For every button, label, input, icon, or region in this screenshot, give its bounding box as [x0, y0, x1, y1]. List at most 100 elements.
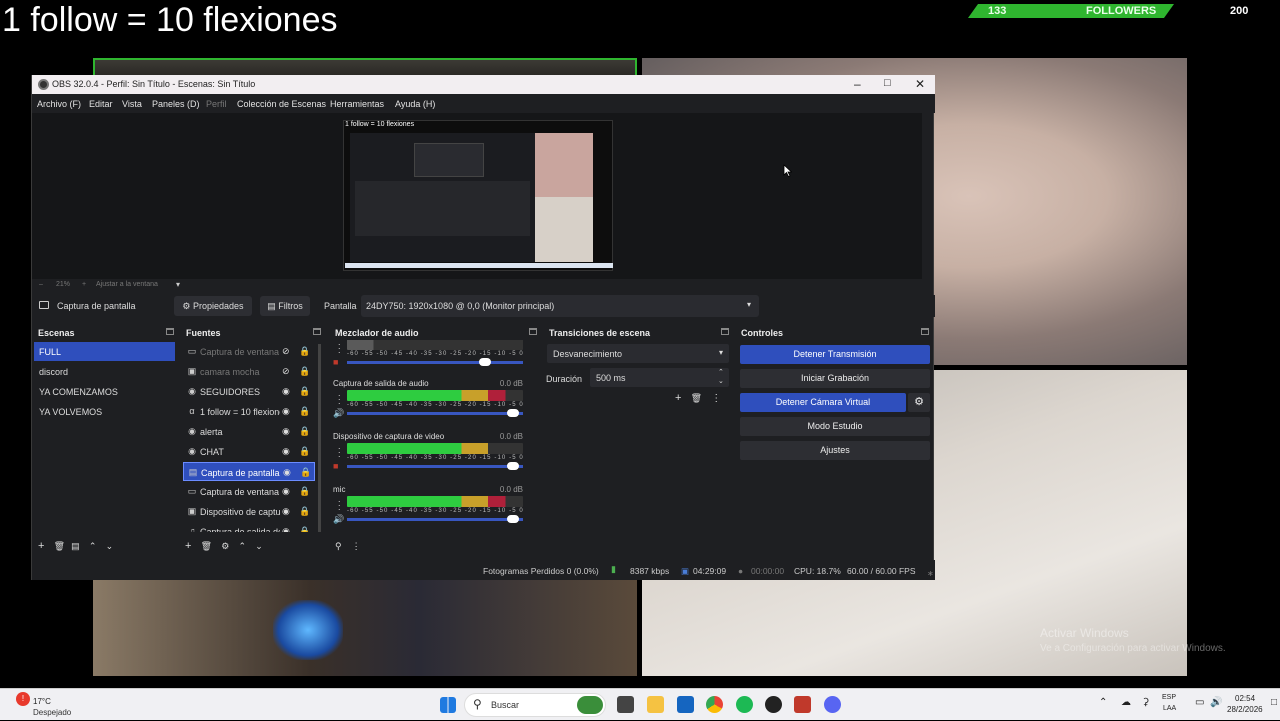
task-view-icon[interactable] — [617, 696, 634, 713]
lock-icon[interactable]: 🔒 — [299, 446, 310, 457]
more-icon[interactable]: ⋮ — [352, 541, 361, 551]
menu-herramientas[interactable]: Herramientas — [330, 99, 384, 109]
scene-item-ya-volvemos[interactable]: YA VOLVEMOS — [34, 402, 175, 421]
notification-icon[interactable]: □ — [1271, 697, 1277, 708]
speaker-icon[interactable]: 🔊 — [333, 514, 344, 525]
speaker-muted-icon[interactable]: ■ — [333, 357, 338, 367]
eye-icon[interactable]: ◉ — [282, 486, 290, 497]
undock-icon[interactable] — [529, 328, 537, 335]
source-item[interactable]: ▣Dispositivo de captura de video◉ 🔒 — [183, 502, 315, 521]
source-item[interactable]: ▭ Captura de ventana ⊘ 🔒 — [183, 342, 315, 361]
stop-virtual-camera-button[interactable]: Detener Cámara Virtual — [740, 393, 906, 412]
volume-slider[interactable] — [347, 518, 523, 521]
chrome-icon[interactable] — [706, 696, 723, 713]
duration-spinbox[interactable]: 500 ms ⌃ ⌄ — [590, 368, 729, 387]
speaker-icon[interactable]: 🔊 — [333, 408, 344, 419]
scene-item-ya-comenzamos[interactable]: YA COMENZAMOS — [34, 382, 175, 401]
preview-area[interactable]: 1 follow = 10 flexiones — [32, 113, 922, 279]
lock-icon[interactable]: 🔒 — [299, 426, 310, 437]
source-item[interactable]: ▣ camara mocha ⊘ 🔒 — [183, 362, 315, 381]
app-icon[interactable] — [794, 696, 811, 713]
lock-icon[interactable]: 🔒 — [299, 406, 310, 417]
undock-icon[interactable] — [721, 328, 729, 335]
more-icon[interactable]: ⋮ — [711, 393, 721, 404]
add-icon[interactable]: + — [675, 392, 681, 404]
undock-icon[interactable] — [921, 328, 929, 335]
settings-button[interactable]: Ajustes — [740, 441, 930, 460]
obs-taskbar-icon[interactable] — [765, 696, 782, 713]
lock-icon[interactable]: 🔒 — [300, 467, 311, 478]
arrow-down-icon[interactable]: ⌄ — [106, 541, 114, 551]
eye-icon[interactable]: ◉ — [283, 467, 291, 478]
more-icon[interactable]: ... — [338, 389, 341, 406]
speaker-muted-icon[interactable]: ■ — [333, 461, 338, 471]
volume-slider[interactable] — [347, 465, 523, 468]
eye-icon[interactable]: ◉ — [282, 386, 290, 397]
menu-paneles[interactable]: Paneles (D) — [152, 99, 200, 109]
more-icon[interactable]: ... — [338, 495, 341, 512]
add-icon[interactable]: + — [38, 540, 44, 552]
lock-icon[interactable]: 🔒 — [299, 346, 310, 357]
network-icon[interactable]: ☁ — [1121, 697, 1131, 708]
trash-icon[interactable]: 🗑 — [691, 393, 702, 403]
lock-icon[interactable]: 🔒 — [299, 386, 310, 397]
source-item[interactable]: ▤ Captura de pantalla ◉ 🔒 — [183, 462, 315, 481]
eye-icon[interactable]: ◉ — [282, 426, 290, 437]
title-bar[interactable]: OBS 32.0.4 - Perfil: Sin Título - Escena… — [32, 75, 935, 94]
more-icon[interactable]: ... — [338, 340, 341, 355]
eye-off-icon[interactable]: ⊘ — [282, 346, 290, 357]
eye-icon[interactable]: ◉ — [282, 526, 290, 532]
maximize-icon[interactable]: □ — [884, 77, 891, 89]
source-item[interactable]: ◉ alerta ◉ 🔒 — [183, 422, 315, 441]
studio-mode-button[interactable]: Modo Estudio — [740, 417, 930, 436]
lock-icon[interactable]: 🔒 — [299, 366, 310, 377]
lock-icon[interactable]: 🔒 — [299, 506, 310, 517]
menu-editar[interactable]: Editar — [89, 99, 113, 109]
filters-button[interactable]: ▤ Filtros — [260, 296, 310, 316]
store-icon[interactable] — [677, 696, 694, 713]
zoom-in-icon[interactable]: + — [82, 281, 86, 288]
source-item[interactable]: ♫ Captura de salida de audio◉ 🔒 — [183, 522, 315, 532]
file-explorer-icon[interactable] — [647, 696, 664, 713]
menu-coleccion-escenas[interactable]: Colección de Escenas — [237, 99, 326, 109]
transition-select[interactable]: Desvanecimiento ▾ — [547, 344, 729, 363]
link-icon[interactable]: ⚲ — [335, 541, 342, 551]
zoom-fit-button[interactable]: Ajustar a la ventana — [96, 281, 158, 288]
lock-icon[interactable]: 🔒 — [299, 486, 310, 497]
taskbar-search[interactable]: ⚲ Buscar — [464, 693, 606, 717]
volume-icon[interactable]: 🔊 — [1210, 697, 1222, 708]
gear-icon[interactable]: ⚙ — [221, 541, 229, 551]
menu-perfil[interactable]: Perfil — [206, 99, 227, 109]
eye-off-icon[interactable]: ⊘ — [282, 366, 290, 377]
close-icon[interactable]: ✕ — [915, 77, 925, 91]
eye-icon[interactable]: ◉ — [282, 446, 290, 457]
more-icon[interactable]: ... — [338, 442, 341, 459]
volume-slider-handle[interactable] — [507, 515, 519, 523]
volume-slider-handle[interactable] — [479, 358, 491, 366]
clock-date[interactable]: 28/2/2026 — [1227, 705, 1263, 714]
chevron-down-icon[interactable]: ▾ — [176, 280, 180, 289]
windows-start-icon[interactable] — [440, 697, 456, 713]
chevron-up-icon[interactable]: ⌃ — [1099, 697, 1107, 708]
volume-slider[interactable] — [347, 361, 523, 364]
spotify-icon[interactable] — [736, 696, 753, 713]
source-item[interactable]: α 1 follow = 10 flexiones ◉ 🔒 — [183, 402, 315, 421]
lock-icon[interactable]: 🔒 — [299, 526, 310, 532]
source-item[interactable]: ◉ CHAT ◉ 🔒 — [183, 442, 315, 461]
program-preview[interactable]: 1 follow = 10 flexiones — [343, 120, 613, 271]
add-icon[interactable]: + — [185, 540, 191, 552]
scene-item-discord[interactable]: discord — [34, 362, 175, 381]
undock-icon[interactable] — [313, 328, 321, 335]
microphone-icon[interactable]: ⚳ — [1142, 697, 1149, 708]
display-icon[interactable]: ▭ — [1195, 697, 1204, 708]
spin-arrows-icon[interactable]: ⌃ ⌄ — [718, 368, 724, 386]
resize-grip-icon[interactable]: ∗ — [927, 569, 934, 578]
properties-button[interactable]: ⚙ Propiedades — [174, 296, 252, 316]
start-recording-button[interactable]: Iniciar Grabación — [740, 369, 930, 388]
lang-bottom[interactable]: LAA — [1163, 705, 1176, 712]
minimize-icon[interactable]: – — [854, 77, 861, 91]
clock-time[interactable]: 02:54 — [1235, 694, 1255, 703]
menu-archivo[interactable]: Archivo (F) — [37, 99, 81, 109]
volume-slider-handle[interactable] — [507, 409, 519, 417]
trash-icon[interactable]: 🗑 — [201, 541, 212, 551]
